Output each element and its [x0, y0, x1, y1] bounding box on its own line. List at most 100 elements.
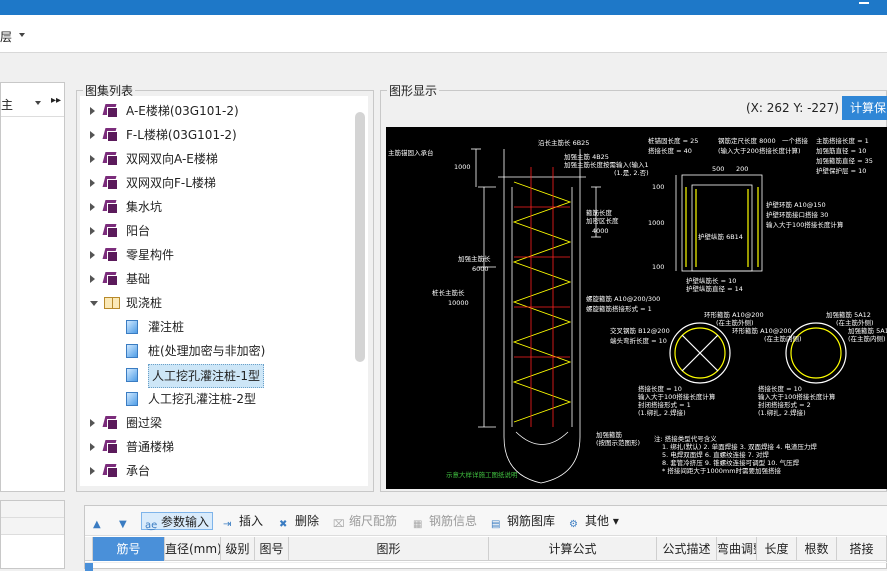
property-panel: [0, 500, 65, 569]
wall-section: [675, 174, 763, 272]
tree-folder-item[interactable]: 承台: [90, 460, 360, 482]
toolbar-button-scale-rebar[interactable]: ⌧ 缩尺配筋: [333, 512, 397, 530]
tree-scrollbar[interactable]: [355, 112, 365, 362]
collapsed-arrow-icon[interactable]: [90, 251, 95, 259]
drawing-text: (1.是, 2.否): [614, 169, 649, 177]
tree-folder-item[interactable]: 双网双向F-L楼梯: [90, 172, 360, 194]
drawing-text: 输入大于100搭接长度计算: [766, 220, 844, 229]
drawing-text: 1000: [648, 219, 665, 227]
book-icon: [102, 200, 119, 214]
tree-item-label: 双网双向A-E楼梯: [126, 152, 218, 166]
open-book-icon: [104, 297, 120, 309]
drawing-text: (1.绑扎, 2.焊接): [758, 408, 806, 417]
tree-leaf-item[interactable]: 桩(处理加密与非加密): [90, 340, 360, 362]
tree-folder-item[interactable]: 阳台: [90, 220, 360, 242]
minimize-icon[interactable]: [859, 2, 869, 4]
column-header[interactable]: 根数: [797, 537, 837, 561]
tree-leaf-item[interactable]: 人工挖孔灌注桩-2型: [90, 388, 360, 410]
chevron-down-icon[interactable]: [19, 33, 25, 37]
tree-folder-item[interactable]: A-E楼梯(03G101-2): [90, 100, 360, 122]
wall-rebars: [685, 187, 759, 267]
tree-folder-item[interactable]: 基础: [90, 268, 360, 290]
drawing-text: 8. 套管冷挤压 9. 锥螺纹连接可调型 10. 气压焊: [662, 458, 800, 467]
drawing-text: 交叉钢筋 B12@200: [610, 326, 670, 335]
drawing-text: 100: [652, 183, 664, 191]
move-up-button[interactable]: ▲: [93, 512, 109, 530]
column-header[interactable]: 弯曲调整: [717, 537, 757, 561]
row-indicator[interactable]: [85, 563, 93, 571]
tree-item-label: 零星构件: [126, 248, 175, 262]
toolbar-button-label: 删除: [295, 514, 320, 528]
toolbar-button-param-input[interactable]: a͜e 参数输入: [141, 512, 214, 531]
tree-item-label: 现浇桩: [126, 296, 163, 310]
tree-item-label: 桩(处理加密与非加密): [148, 344, 266, 358]
drawing-page-icon: [126, 344, 138, 358]
column-header[interactable]: 级别: [221, 537, 255, 561]
collapsed-arrow-icon[interactable]: [90, 107, 95, 115]
column-header[interactable]: 计算公式: [489, 537, 657, 561]
drawing-text: 主筋锚固入承台: [388, 148, 434, 157]
row-selector-header[interactable]: [85, 537, 93, 561]
collapsed-arrow-icon[interactable]: [90, 131, 95, 139]
column-header[interactable]: 图形: [289, 537, 489, 561]
floor-selector[interactable]: 层: [0, 28, 12, 45]
column-header[interactable]: 筋号: [93, 537, 165, 561]
tree-folder-item[interactable]: 圈过梁: [90, 412, 360, 434]
drawing-text: 5. 电焊双面焊 6. 直螺纹连接 7. 对焊: [662, 450, 769, 459]
tree-folder-item[interactable]: 集水坑: [90, 196, 360, 218]
move-down-button[interactable]: ▼: [119, 512, 135, 530]
tree-item-label: A-E楼梯(03G101-2): [126, 104, 239, 118]
collapsed-arrow-icon[interactable]: [90, 275, 95, 283]
collapsed-arrow-icon[interactable]: [90, 203, 95, 211]
toolbar-button-rebar-library[interactable]: ▤ 钢筋图库: [491, 512, 555, 530]
book-icon: [102, 440, 119, 454]
tree-folder-item[interactable]: 现浇桩: [90, 292, 360, 314]
param-input-icon: a͜e: [145, 520, 158, 531]
spiral-stirrup: [512, 181, 572, 423]
drawing-text: 加强主筋长: [458, 254, 491, 263]
drawing-text: (在主筋外侧): [836, 318, 874, 327]
drawing-text: 搭接长度 = 10: [638, 384, 682, 393]
toolbar-button-other[interactable]: ⚙ 其他 ▾: [569, 512, 619, 530]
chevron-down-icon[interactable]: [35, 101, 41, 105]
drawing-text: 4000: [592, 227, 609, 235]
drawing-text: 加强箍筋 5A1: [848, 326, 887, 335]
collapsed-arrow-icon[interactable]: [90, 443, 95, 451]
column-header[interactable]: 公式描述: [657, 537, 717, 561]
toolbar-button-insert[interactable]: ⇥ 插入: [223, 512, 263, 530]
collapsed-arrow-icon[interactable]: [90, 179, 95, 187]
component-panel-header: 主 ▸▸: [1, 83, 64, 117]
tree-folder-item[interactable]: 零星构件: [90, 244, 360, 266]
drawing-text: 封闭搭接形式 = 2: [758, 400, 811, 409]
toolbar-button-label: 钢筋图库: [507, 514, 556, 528]
drawing-text: 加强筋直径 = 10: [816, 146, 866, 155]
drawing-text: 1. 绑扎(默认) 2. 单面焊接 3. 双面焊接 4. 电渣压力焊: [662, 442, 817, 451]
component-panel-label: 主: [1, 98, 14, 112]
move-up-icon: ▲: [93, 519, 101, 530]
book-icon: [102, 128, 119, 142]
tree-folder-item[interactable]: 普通楼梯: [90, 436, 360, 458]
collapsed-arrow-icon[interactable]: [90, 467, 95, 475]
expanded-arrow-icon[interactable]: [90, 301, 98, 306]
column-header[interactable]: 图号: [255, 537, 289, 561]
tree-folder-item[interactable]: F-L楼梯(03G101-2): [90, 124, 360, 146]
fast-forward-icon[interactable]: ▸▸: [51, 95, 61, 106]
tree-leaf-item[interactable]: 灌注桩: [90, 316, 360, 338]
property-row: [1, 501, 64, 518]
toolbar-button-rebar-info[interactable]: ▦ 钢筋信息: [413, 512, 477, 530]
rebar-table-header: 筋号直径(mm)级别图号图形计算公式公式描述弯曲调整长度根数搭接: [85, 537, 887, 561]
calculate-save-button[interactable]: 计算保: [842, 96, 887, 120]
book-icon: [102, 104, 119, 118]
collapsed-arrow-icon[interactable]: [90, 155, 95, 163]
rebar-drawing[interactable]: 主筋锚固入承台 1000 沿长主筋长 6B25 加强主筋 4B25 加强主筋长度…: [386, 127, 887, 489]
tree-folder-item[interactable]: 双网双向A-E楼梯: [90, 148, 360, 170]
collapsed-arrow-icon[interactable]: [90, 419, 95, 427]
column-header[interactable]: 长度: [757, 537, 797, 561]
rebar-markers: [514, 167, 570, 427]
toolbar-button-label: 钢筋信息: [429, 514, 478, 528]
tree-leaf-item[interactable]: 人工挖孔灌注桩-1型: [90, 364, 360, 388]
collapsed-arrow-icon[interactable]: [90, 227, 95, 235]
toolbar-button-delete[interactable]: ✖ 删除: [279, 512, 319, 530]
column-header[interactable]: 搭接: [837, 537, 887, 561]
column-header[interactable]: 直径(mm): [165, 537, 221, 561]
